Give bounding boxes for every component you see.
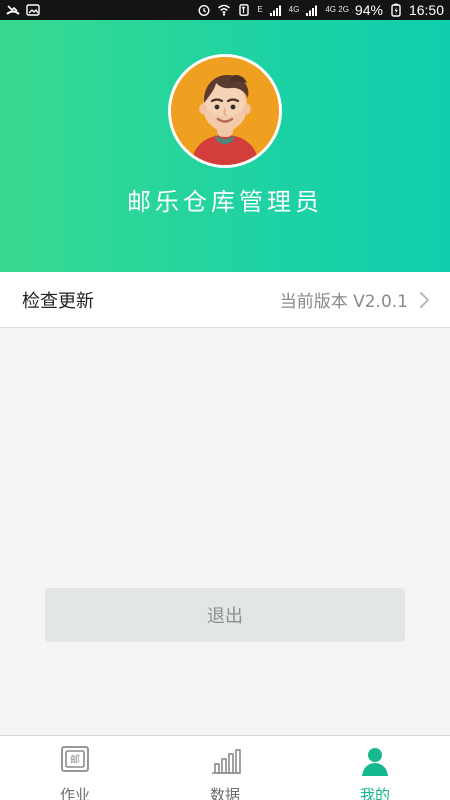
bottom-nav: 邮 作业 数据 我的 xyxy=(0,735,450,800)
nav-item-work-label: 作业 xyxy=(59,786,90,800)
nav-item-data-label: 数据 xyxy=(209,786,240,800)
network-e-text: E xyxy=(257,5,263,14)
network-4g-text: 4G xyxy=(288,5,300,14)
nav-item-work[interactable]: 邮 作业 xyxy=(0,736,150,800)
work-icon-text: 邮 xyxy=(70,753,80,766)
avatar-wrap[interactable] xyxy=(168,54,282,168)
logout-button[interactable]: 退出 xyxy=(45,588,405,642)
avatar[interactable] xyxy=(171,57,279,165)
check-update-row[interactable]: 检查更新 当前版本 V2.0.1 xyxy=(0,272,450,328)
sim-icon xyxy=(237,3,251,17)
nav-item-me-label: 我的 xyxy=(359,786,390,800)
bar-chart-icon xyxy=(206,744,244,778)
battery-percent: 94% xyxy=(354,2,383,18)
missed-call-icon xyxy=(6,3,20,17)
network-4g2g-text: 4G 2G xyxy=(325,5,349,14)
clock: 16:50 xyxy=(408,2,444,18)
alarm-icon xyxy=(197,3,211,17)
current-version-text: 当前版本 V2.0.1 xyxy=(279,292,408,312)
chevron-right-icon xyxy=(418,291,430,309)
image-icon xyxy=(26,3,40,17)
status-left xyxy=(6,3,40,17)
check-update-right: 当前版本 V2.0.1 xyxy=(280,287,430,312)
user-icon xyxy=(356,744,394,778)
username: 邮乐仓库管理员 xyxy=(127,188,323,216)
work-icon: 邮 xyxy=(56,744,94,778)
nav-item-me[interactable]: 我的 xyxy=(300,736,450,800)
signal-icon xyxy=(269,3,283,17)
profile-header: 邮乐仓库管理员 xyxy=(0,20,450,272)
battery-charging-icon xyxy=(389,3,403,17)
status-bar: E 4G 4G 2G 94% 16:50 xyxy=(0,0,450,20)
avatar-illustration xyxy=(171,57,279,165)
signal-dual-icon xyxy=(305,3,319,17)
check-update-label: 检查更新 xyxy=(22,290,94,312)
status-right: E 4G 4G 2G 94% 16:50 xyxy=(197,0,444,20)
nav-item-data[interactable]: 数据 xyxy=(150,736,300,800)
wifi-icon xyxy=(217,3,231,17)
